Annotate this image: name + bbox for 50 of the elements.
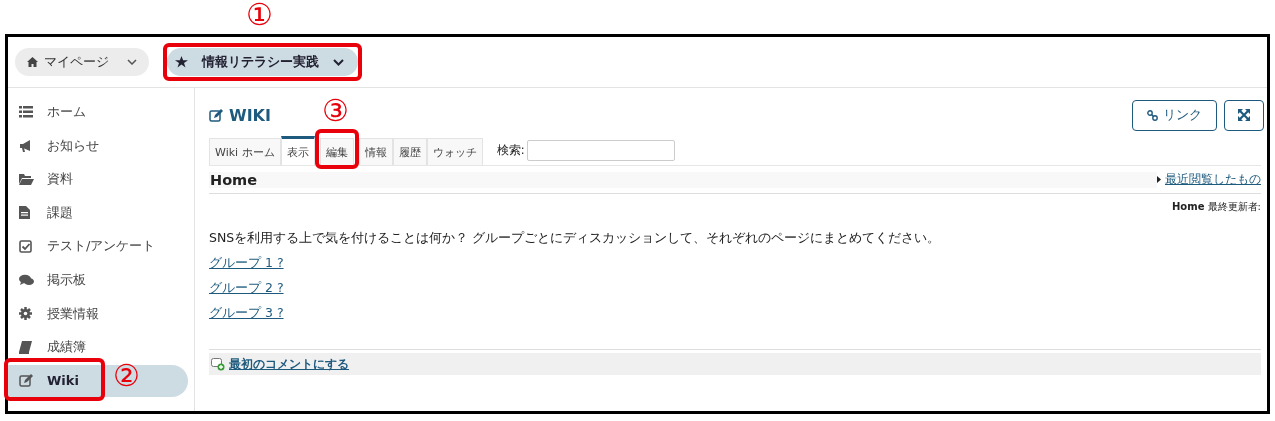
comment-link[interactable]: 最初のコメントにする [229, 355, 349, 373]
link-button[interactable]: リンク [1132, 99, 1217, 131]
chat-icon [19, 273, 34, 286]
callout-number: ③ [321, 96, 349, 126]
callout-number: ② [113, 361, 140, 391]
sidebar-item[interactable]: 課題 [8, 196, 188, 229]
folder-icon [19, 173, 34, 186]
tab[interactable]: Wiki ホーム [209, 138, 281, 165]
edit-icon [209, 108, 223, 122]
tab[interactable]: 履歴 [392, 138, 427, 165]
book-icon [19, 340, 32, 354]
sidebar-item[interactable]: 資料 [8, 163, 188, 196]
page-link[interactable]: グループ 3 ? [209, 305, 284, 322]
page-title: Home [209, 171, 1157, 188]
tab[interactable]: 編集 [319, 138, 354, 165]
sidebar-item[interactable]: お知らせ [8, 129, 188, 162]
recent-link[interactable]: 最近閲覧したもの [1165, 171, 1261, 188]
comment-add-icon [211, 357, 225, 371]
search-label: 検索: [496, 143, 525, 158]
callout-number: ① [245, 0, 273, 30]
sidebar-item[interactable]: 授業情報 [8, 297, 188, 330]
body-text: SNSを利用する上で気を付けることは何か？ グループごとにディスカッションして、それぞれのページにまとめてください。 [209, 230, 942, 247]
sidebar-item[interactable]: 成績簿 [8, 331, 188, 364]
mypage-dropdown[interactable]: マイページ [15, 48, 149, 76]
star-icon [175, 56, 188, 68]
checkbox-icon [19, 239, 32, 253]
tab[interactable]: 表示 [280, 136, 315, 165]
page-link[interactable]: グループ 2 ? [209, 280, 284, 297]
tab[interactable]: ウォッチ [426, 138, 483, 165]
sidebar-item[interactable]: ホーム [8, 96, 188, 128]
course-dropdown[interactable]: 情報リテラシー実践 [167, 48, 358, 76]
expand-button[interactable] [1224, 99, 1264, 131]
link-icon [1147, 109, 1158, 121]
sidebar-item[interactable]: 掲示板 [8, 263, 188, 296]
gear-icon [19, 307, 32, 321]
tab[interactable]: 情報 [358, 138, 393, 165]
search-field[interactable] [526, 140, 675, 161]
page-link[interactable]: グループ 1 ? [209, 255, 284, 272]
highlight-box [314, 129, 359, 169]
last-updated-text: Home 最終更新者: [1172, 200, 1261, 214]
sidebar-item[interactable]: テスト/アンケート [8, 230, 188, 263]
chevron-down-icon [333, 58, 344, 66]
chevron-down-icon [127, 59, 137, 65]
expand-icon [1238, 109, 1250, 121]
document-icon [19, 206, 30, 220]
megaphone-icon [19, 139, 33, 152]
home-icon [27, 57, 38, 67]
list-icon [19, 106, 33, 118]
edit-icon [19, 374, 33, 388]
page-heading: WIKI [229, 105, 271, 125]
